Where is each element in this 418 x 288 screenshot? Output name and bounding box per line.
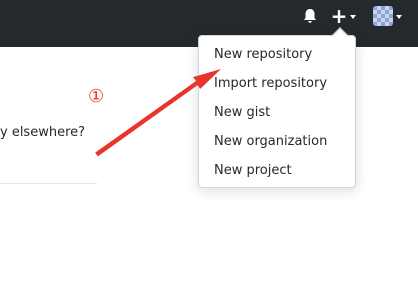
new-dropdown-menu: New repository Import repository New gis… [198, 35, 356, 188]
menu-item-import-repository[interactable]: Import repository [214, 73, 327, 95]
menu-item-new-project[interactable]: New project [214, 160, 292, 182]
chevron-down-icon[interactable] [350, 15, 356, 19]
avatar[interactable] [373, 6, 393, 26]
bell-icon[interactable] [301, 7, 319, 25]
dropdown-tail-fill [333, 29, 347, 36]
plus-icon[interactable]: + [330, 6, 348, 26]
partial-question-text: y elsewhere? [0, 125, 86, 140]
section-divider [0, 183, 97, 184]
chevron-down-icon[interactable] [396, 15, 402, 19]
menu-item-new-gist[interactable]: New gist [214, 102, 270, 124]
annotation-step-number: ① [88, 86, 105, 107]
menu-item-new-repository[interactable]: New repository [214, 44, 312, 66]
menu-item-new-organization[interactable]: New organization [214, 131, 327, 153]
